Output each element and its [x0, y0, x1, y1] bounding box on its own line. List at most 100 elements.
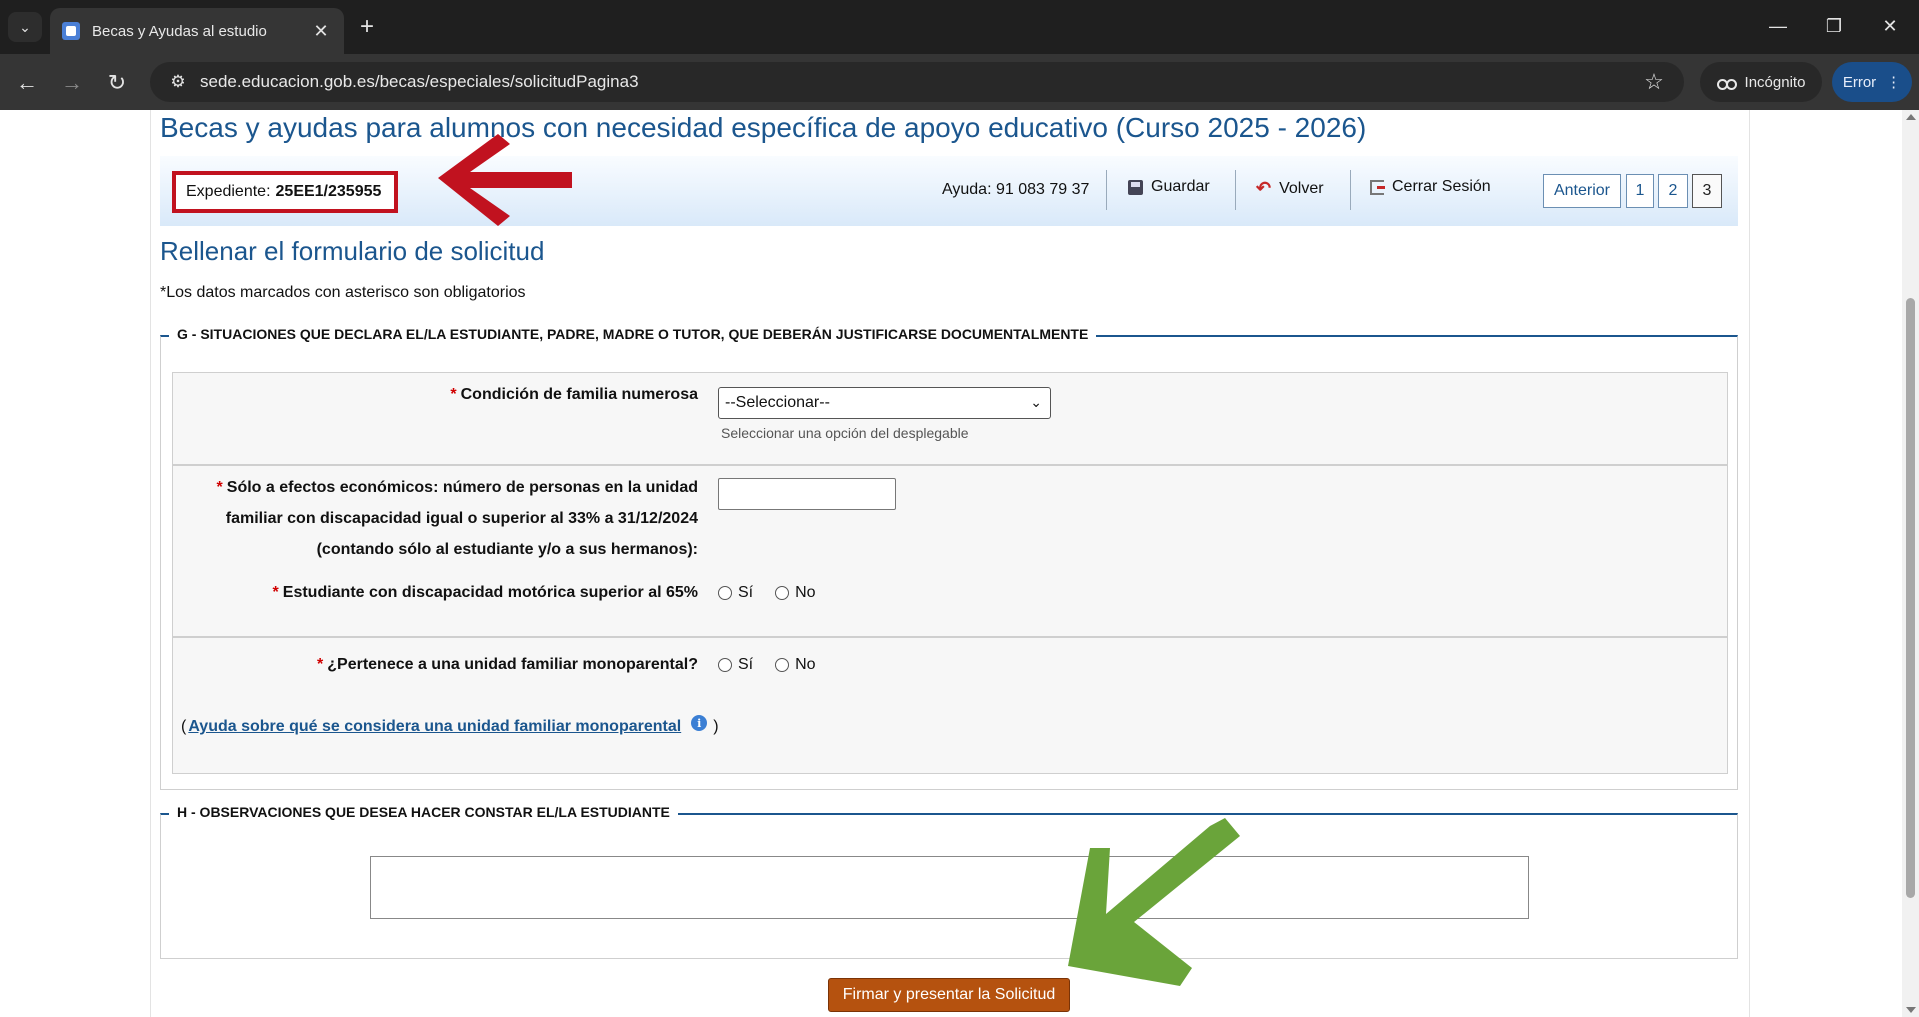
discapacidad-motorica-radios: Sí No — [718, 584, 816, 602]
required-asterisk: * — [216, 479, 223, 496]
section-g-fieldset: G - SITUACIONES QUE DECLARA EL/LA ESTUDI… — [160, 326, 1738, 790]
chevron-down-icon: ⌄ — [1030, 394, 1042, 410]
incognito-icon — [1716, 76, 1737, 90]
undo-arrow-icon: ↶ — [1256, 178, 1272, 198]
back-button[interactable]: ↶ Volver — [1256, 178, 1324, 199]
discapacidad-label-line3: (contando sólo al estudiante y/o a sus h… — [316, 541, 698, 558]
pager-page-1[interactable]: 1 — [1626, 174, 1654, 208]
favicon-icon — [62, 22, 80, 40]
radio-yes[interactable] — [718, 586, 732, 600]
observaciones-textarea[interactable] — [370, 856, 1529, 919]
save-label: Guardar — [1151, 178, 1210, 195]
page-viewport: Becas y ayudas para alumnos con necesida… — [0, 110, 1919, 1017]
required-asterisk: * — [450, 386, 457, 403]
familia-numerosa-label: * Condición de familia numerosa — [450, 379, 698, 410]
back-label: Volver — [1279, 179, 1324, 197]
help-paren-open: ( — [181, 718, 187, 735]
discapacidad-personas-label: * Sólo a efectos económicos: número de pe… — [217, 472, 698, 565]
expediente-value: 25EE1/235955 — [275, 183, 382, 200]
radio-yes-label: Sí — [738, 584, 754, 601]
section-g-legend: G - SITUACIONES QUE DECLARA EL/LA ESTUDI… — [160, 326, 1097, 342]
scroll-up-icon[interactable] — [1906, 114, 1916, 120]
browser-tab[interactable]: Becas y Ayudas al estudio ✕ — [50, 8, 344, 54]
divider — [1106, 170, 1107, 210]
browser-toolbar: ← → ↻ ⚙ sede.educacion.gob.es/becas/espe… — [0, 54, 1919, 110]
discapacidad-block: * Sólo a efectos económicos: número de pe… — [172, 465, 1728, 637]
page-scrollbar[interactable] — [1902, 110, 1919, 1017]
green-arrow-annotation — [1068, 818, 1240, 986]
select-value: --Seleccionar-- — [725, 394, 830, 411]
site-info-icon[interactable]: ⚙ — [160, 67, 196, 97]
scroll-down-icon[interactable] — [1906, 1007, 1916, 1013]
browser-tab-bar: ⌄ Becas y Ayudas al estudio ✕ + — ❐ ✕ — [0, 0, 1919, 54]
required-asterisk: * — [272, 584, 279, 601]
radio-no[interactable] — [775, 586, 790, 600]
chevron-down-icon: ⌄ — [19, 18, 31, 35]
green-arrow-shape — [1068, 818, 1240, 986]
url-text[interactable]: sede.educacion.gob.es/becas/especiales/s… — [200, 72, 1636, 92]
logout-button[interactable]: Cerrar Sesión — [1370, 178, 1491, 196]
submit-button[interactable]: Firmar y presentar la Solicitud — [828, 978, 1070, 1012]
help-paren-close: ) — [713, 718, 719, 735]
section-h-fieldset: H - OBSERVACIONES QUE DESEA HACER CONSTA… — [160, 804, 1738, 959]
expediente-label: Expediente: — [186, 183, 271, 200]
scrollbar-thumb[interactable] — [1906, 298, 1915, 898]
forward-arrow-icon[interactable]: → — [55, 66, 89, 100]
required-asterisk: * — [317, 656, 324, 673]
section-h-legend: H - OBSERVACIONES QUE DESEA HACER CONSTA… — [161, 804, 678, 820]
new-tab-button[interactable]: + — [352, 12, 382, 42]
radio-no-label: No — [795, 584, 816, 601]
profile-error-button[interactable]: Error ⋮ — [1832, 62, 1912, 102]
page-title: Becas y ayudas para alumnos con necesida… — [160, 112, 1367, 143]
minimize-icon[interactable]: — — [1758, 10, 1798, 42]
monoparental-block: * ¿Pertenece a una unidad familiar monopa… — [172, 637, 1728, 774]
divider — [1350, 170, 1351, 210]
logout-label: Cerrar Sesión — [1392, 178, 1491, 195]
discapacidad-motorica-label: * Estudiante con discapacidad motórica su… — [273, 584, 698, 602]
familia-numerosa-block: * Condición de familia numerosa --Selecci… — [172, 372, 1728, 465]
incognito-indicator[interactable]: Incógnito — [1700, 62, 1822, 102]
discapacidad-motorica-text: Estudiante con discapacidad motórica sup… — [282, 584, 698, 601]
monoparental-text: ¿Pertenece a una unidad familiar monopar… — [327, 656, 698, 673]
monoparental-help-link[interactable]: Ayuda sobre qué se considera una unidad … — [188, 718, 681, 736]
radio-no[interactable] — [775, 658, 790, 672]
divider — [1235, 170, 1236, 210]
discapacidad-personas-input[interactable] — [718, 478, 896, 510]
red-arrow-shape — [438, 134, 572, 226]
required-note: *Los datos marcados con asterisco son ob… — [160, 284, 526, 301]
radio-no-label: No — [795, 656, 816, 673]
bookmark-star-icon[interactable]: ☆ — [1636, 69, 1672, 95]
reload-icon[interactable]: ↻ — [100, 66, 134, 100]
address-bar[interactable]: ⚙ sede.educacion.gob.es/becas/especiales… — [150, 62, 1684, 102]
pager-page-3[interactable]: 3 — [1692, 174, 1722, 208]
more-menu-icon: ⋮ — [1886, 74, 1902, 91]
back-arrow-icon[interactable]: ← — [10, 66, 44, 100]
floppy-disk-icon — [1128, 179, 1143, 195]
tab-title: Becas y Ayudas al estudio — [92, 22, 267, 40]
discapacidad-label-line2: familiar con discapacidad igual o superi… — [225, 510, 698, 527]
form-title: Rellenar el formulario de solicitud — [160, 236, 545, 266]
familia-numerosa-select[interactable]: --Seleccionar-- ⌄ — [718, 387, 1051, 419]
expediente-box: Expediente: 25EE1/235955 — [172, 171, 398, 213]
incognito-label: Incógnito — [1744, 73, 1806, 91]
monoparental-radios: Sí No — [718, 656, 816, 674]
discapacidad-label-line1: Sólo a efectos económicos: número de per… — [226, 479, 698, 496]
tab-search-button[interactable]: ⌄ — [8, 12, 42, 42]
monoparental-label: * ¿Pertenece a una unidad familiar monopa… — [317, 656, 698, 674]
logout-icon — [1370, 179, 1385, 195]
close-icon[interactable]: ✕ — [310, 21, 332, 42]
error-label: Error — [1842, 73, 1877, 91]
radio-yes-label: Sí — [738, 656, 754, 673]
save-button[interactable]: Guardar — [1128, 178, 1210, 196]
info-icon[interactable]: i — [691, 715, 708, 731]
info-bar: Expediente: 25EE1/235955 Ayuda: 91 083 7… — [160, 156, 1738, 226]
monoparental-help: ( Ayuda sobre qué se considera una unida… — [181, 715, 719, 736]
restore-icon[interactable]: ❐ — [1814, 10, 1854, 42]
help-phone: Ayuda: 91 083 79 37 — [942, 181, 1090, 198]
familia-numerosa-text: Condición de familia numerosa — [460, 386, 698, 403]
radio-yes[interactable] — [718, 658, 732, 672]
pager-page-2[interactable]: 2 — [1658, 174, 1688, 208]
familia-numerosa-hint: Seleccionar una opción del desplegable — [721, 425, 969, 441]
pager-previous-button[interactable]: Anterior — [1543, 174, 1621, 208]
window-close-icon[interactable]: ✕ — [1870, 10, 1910, 42]
